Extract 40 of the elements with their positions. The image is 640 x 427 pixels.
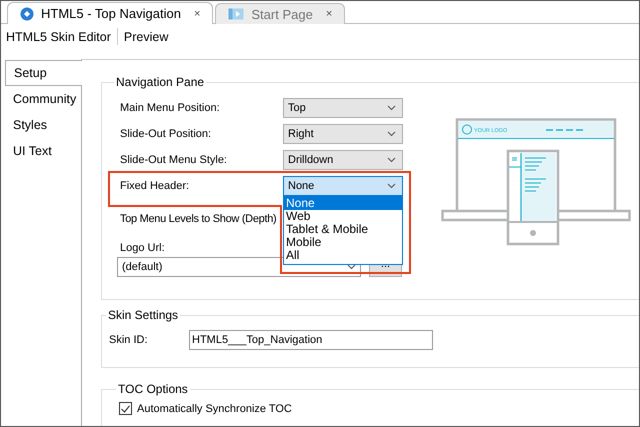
field-label: Main Menu Position:	[119, 102, 221, 114]
close-icon[interactable]: ×	[194, 8, 200, 20]
tab-label: HTML5 - Top Navigation	[41, 6, 181, 21]
project-icon	[20, 6, 34, 20]
group-title: TOC Options	[117, 382, 189, 396]
field-label: Slide-Out Position:	[119, 128, 212, 140]
group-title: Skin Settings	[107, 308, 180, 322]
checkbox-label: Automatically Synchronize TOC	[137, 402, 292, 414]
dropdown-option[interactable]: Mobile	[284, 236, 402, 249]
tab[interactable]: HTML5 - Top Navigation ×	[7, 2, 214, 24]
checkbox[interactable]	[119, 402, 132, 415]
field-label: Slide-Out Menu Style:	[119, 154, 228, 166]
tab[interactable]: Start Page ×	[215, 3, 346, 24]
chevron-down-icon	[387, 183, 396, 189]
chevron-down-icon	[387, 157, 396, 163]
field-label: Fixed Header:	[119, 180, 190, 192]
sidebar-item[interactable]: UI Text	[5, 138, 81, 164]
close-icon[interactable]: ×	[326, 8, 332, 20]
chevron-down-icon	[387, 105, 396, 111]
toolbar-tab[interactable]: Preview	[124, 30, 168, 44]
chevron-down-icon	[387, 131, 396, 137]
field-label: Logo Url:	[119, 242, 165, 254]
group-title: Navigation Pane	[115, 75, 206, 89]
dropdown-option[interactable]: Web	[284, 210, 402, 223]
dropdown-option[interactable]: None	[284, 197, 402, 210]
dropdown-option[interactable]: Tablet & Mobile	[284, 223, 402, 236]
sidebar-item[interactable]: Styles	[5, 112, 81, 138]
toolbar-tab[interactable]: HTML5 Skin Editor	[6, 30, 111, 44]
dropdown[interactable]: Right	[283, 124, 403, 144]
check-icon	[121, 404, 130, 412]
dropdown[interactable]: Drilldown	[283, 150, 403, 170]
tab-label: Start Page	[251, 6, 313, 22]
field-label: Top Menu Levels to Show (Depth)	[119, 213, 276, 225]
chevron-down-icon	[347, 264, 356, 270]
dropdown[interactable]: Top	[283, 98, 403, 118]
page-icon	[228, 8, 244, 20]
sidebar-item[interactable]: Community	[5, 86, 81, 112]
sidebar-item[interactable]: Setup	[5, 60, 82, 86]
field-label: Skin ID:	[109, 334, 149, 346]
input-field[interactable]: HTML5___Top_Navigation	[189, 330, 433, 350]
